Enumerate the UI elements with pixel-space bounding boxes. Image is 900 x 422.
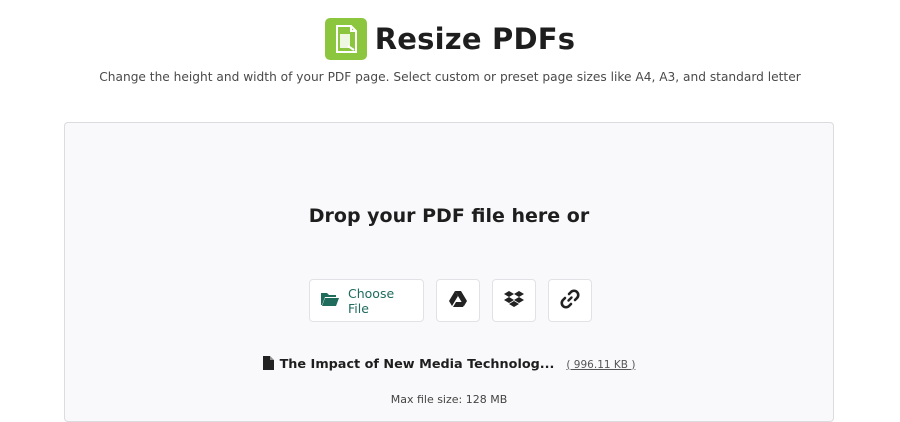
dropzone-prompt: Drop your PDF file here or — [308, 205, 590, 227]
file-dropzone[interactable]: Drop your PDF file here or Choose File T… — [64, 122, 834, 422]
file-size: ( 996.11 KB ) — [566, 358, 636, 371]
max-file-size: Max file size: 128 MB — [390, 393, 508, 406]
header: Resize PDFs — [0, 18, 900, 60]
page-title: Resize PDFs — [374, 22, 576, 56]
dropbox-button[interactable] — [492, 279, 536, 322]
url-link-button[interactable] — [548, 279, 592, 322]
dropbox-icon — [504, 290, 524, 312]
file-icon — [262, 355, 274, 374]
page-subtitle: Change the height and width of your PDF … — [99, 70, 801, 84]
choose-file-label: Choose File — [348, 285, 395, 316]
choose-file-button[interactable]: Choose File — [309, 279, 424, 322]
google-drive-icon — [448, 290, 468, 312]
resize-pdf-logo-icon — [324, 18, 367, 60]
upload-source-buttons: Choose File — [309, 279, 592, 322]
link-icon — [560, 288, 580, 313]
google-drive-button[interactable] — [436, 279, 480, 322]
file-name: The Impact of New Media Technolog... — [279, 357, 555, 372]
folder-open-icon — [320, 291, 340, 311]
selected-file: The Impact of New Media Technolog... ( 9… — [65, 355, 833, 374]
